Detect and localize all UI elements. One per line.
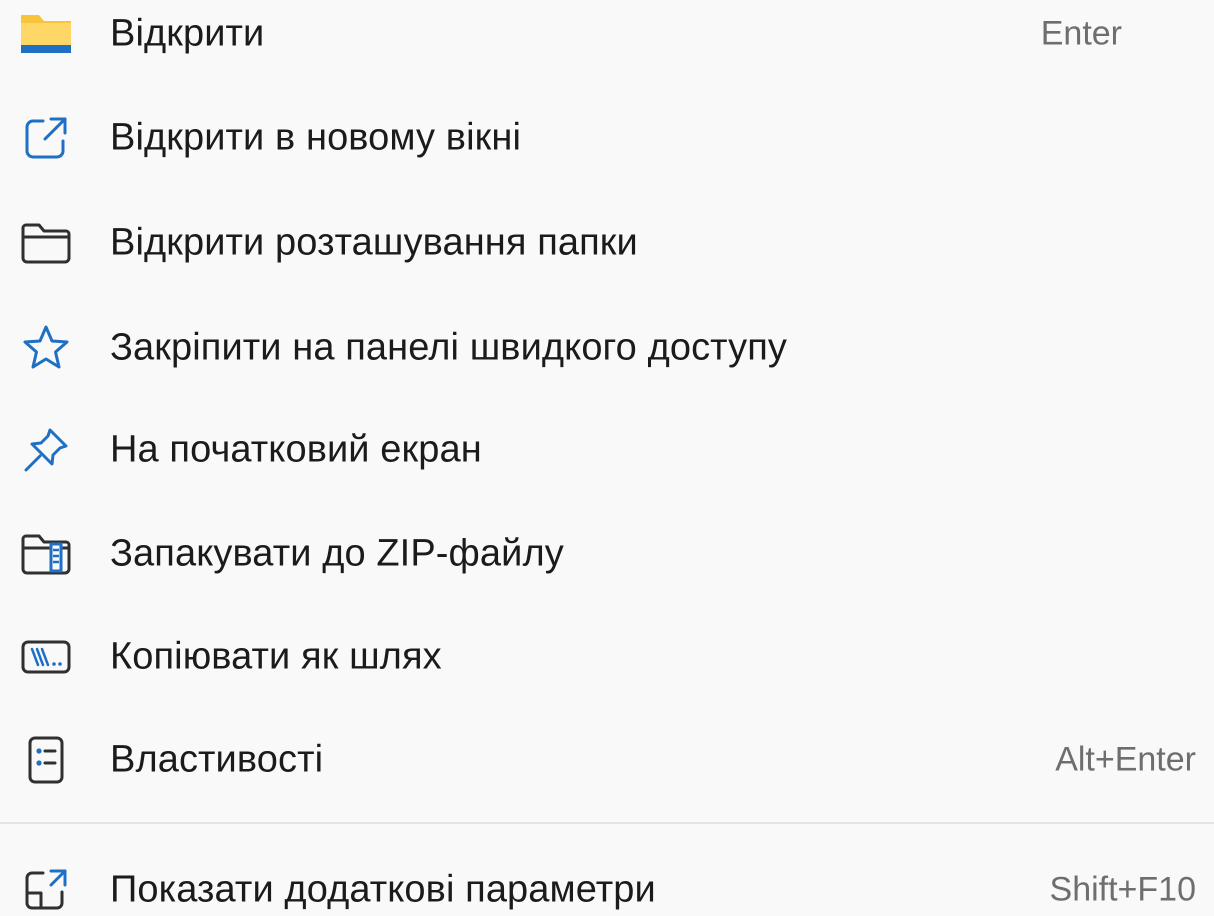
shortcut-label: Shift+F10 — [1049, 870, 1196, 909]
shortcut-label: Enter — [1040, 14, 1122, 53]
menu-item-label: Показати додаткові параметри — [110, 868, 656, 911]
more-options-icon — [14, 862, 78, 916]
menu-item-label: Відкрити — [110, 12, 265, 55]
menu-item-label: Властивості — [110, 738, 324, 781]
zip-folder-icon — [14, 526, 78, 582]
menu-item-pin-quick-access[interactable]: Закріпити на панелі швидкого доступу — [0, 308, 1214, 388]
properties-icon — [14, 732, 78, 788]
pin-icon — [14, 422, 78, 478]
menu-item-label: Відкрити розташування папки — [110, 221, 638, 264]
star-icon — [14, 320, 78, 376]
menu-item-label: Копіювати як шлях — [110, 635, 442, 678]
menu-item-label: На початковий екран — [110, 428, 482, 471]
context-menu: Відкрити Enter Відкрити в новому вікні В… — [0, 0, 1214, 916]
folder-outline-icon — [14, 215, 78, 271]
copy-path-icon — [14, 629, 78, 685]
open-new-window-icon — [14, 110, 78, 166]
menu-item-copy-as-path[interactable]: Копіювати як шлях — [0, 617, 1214, 697]
menu-item-label: Відкрити в новому вікні — [110, 116, 521, 159]
menu-item-properties[interactable]: Властивості Alt+Enter — [0, 720, 1214, 800]
menu-item-label: Закріпити на панелі швидкого доступу — [110, 326, 787, 369]
menu-item-open-new-window[interactable]: Відкрити в новому вікні — [0, 98, 1214, 178]
menu-item-show-more-options[interactable]: Показати додаткові параметри Shift+F10 — [0, 850, 1214, 916]
menu-item-open-folder-location[interactable]: Відкрити розташування папки — [0, 203, 1214, 283]
menu-item-compress-zip[interactable]: Запакувати до ZIP-файлу — [0, 514, 1214, 594]
menu-item-open[interactable]: Відкрити Enter — [0, 0, 1214, 74]
menu-item-pin-to-start[interactable]: На початковий екран — [0, 410, 1214, 490]
menu-separator — [0, 822, 1214, 824]
folder-yellow-icon — [14, 6, 78, 62]
menu-item-label: Запакувати до ZIP-файлу — [110, 532, 564, 575]
shortcut-label: Alt+Enter — [1055, 740, 1196, 779]
